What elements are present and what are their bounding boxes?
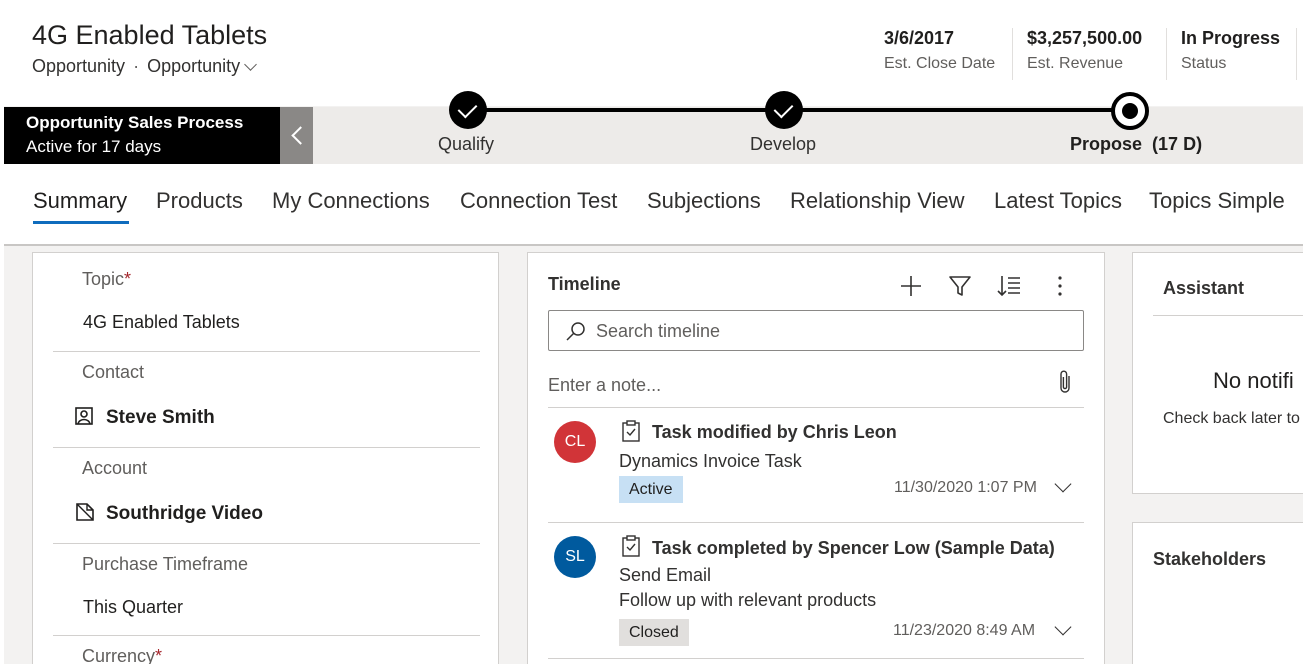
activity-subject: Dynamics Invoice Task <box>619 451 802 471</box>
tab-topics-simple[interactable]: Topics Simple <box>1149 188 1285 214</box>
activity-title: Task completed by Spencer Low (Sample Da… <box>652 538 1055 558</box>
purchase-timeframe-select[interactable]: This Quarter <box>83 597 183 618</box>
stage-develop-label[interactable]: Develop <box>750 134 816 155</box>
bpf-duration: Active for 17 days <box>26 137 162 156</box>
assistant-panel: Assistant No notifi Check back later to <box>1132 252 1303 494</box>
timeline-panel: Timeline Search timeline Enter a note... <box>527 252 1105 664</box>
timeline-divider <box>548 658 1084 659</box>
attachment-icon[interactable] <box>1057 369 1073 395</box>
activity-title: Task modified by Chris Leon <box>652 422 897 442</box>
tab-subjections[interactable]: Subjections <box>647 188 761 214</box>
account-lookup-value[interactable]: Southridge Video <box>106 503 263 525</box>
task-icon <box>622 420 640 442</box>
field-label: Topic* <box>82 269 132 289</box>
more-options-icon[interactable] <box>1047 273 1073 299</box>
expand-chevron-icon[interactable] <box>1054 618 1072 636</box>
assistant-divider <box>1153 315 1303 316</box>
tab-connection-test[interactable]: Connection Test <box>460 188 617 214</box>
assistant-empty-hint: Check back later to <box>1163 410 1300 427</box>
opportunity-form-page: 4G Enabled Tablets Opportunity · Opportu… <box>0 0 1303 664</box>
header-field-close-date[interactable]: 3/6/2017 Est. Close Date <box>870 28 995 80</box>
stage-propose-duration: (17 D) <box>1152 134 1203 154</box>
sort-icon[interactable] <box>996 273 1022 299</box>
status-badge: Closed <box>619 619 689 646</box>
record-subtitle: Opportunity · Opportunity <box>32 56 257 77</box>
timeline-search-input[interactable]: Search timeline <box>548 310 1084 351</box>
activity-subject: Send Email <box>619 565 712 585</box>
tab-summary[interactable]: Summary <box>33 188 127 214</box>
revenue-value: $3,257,500.00 <box>1027 28 1143 48</box>
header-field-status[interactable]: In Progress Status <box>1166 28 1280 80</box>
stage-propose-node[interactable] <box>1111 92 1149 130</box>
status-badge: Active <box>619 476 683 503</box>
bpf-collapse-button[interactable] <box>280 107 313 164</box>
status-value: In Progress <box>1181 28 1281 48</box>
required-marker: * <box>155 646 163 664</box>
record-header: 4G Enabled Tablets Opportunity · Opportu… <box>0 0 1303 106</box>
field-label: Currency* <box>82 646 163 664</box>
stakeholders-panel: Stakeholders <box>1132 522 1303 664</box>
filter-icon[interactable] <box>947 273 973 299</box>
bpf-summary[interactable]: Opportunity Sales Process Active for 17 … <box>4 107 280 164</box>
close-date-value: 3/6/2017 <box>884 28 955 48</box>
stage-develop-node[interactable] <box>765 91 803 129</box>
field-divider <box>53 635 480 636</box>
assistant-empty-title: No notifi <box>1213 368 1294 393</box>
stakeholders-title: Stakeholders <box>1153 549 1267 569</box>
header-field-revenue[interactable]: $3,257,500.00 Est. Revenue <box>1012 28 1142 80</box>
tab-latest-topics[interactable]: Latest Topics <box>994 188 1122 214</box>
record-title: 4G Enabled Tablets <box>32 20 268 50</box>
activity-description: Follow up with relevant products <box>619 590 877 610</box>
timeline-activity[interactable]: CL Task modified by Chris Leon Dynamics … <box>548 408 1084 522</box>
stage-propose-name: Propose <box>1070 134 1143 154</box>
tab-relationship-view[interactable]: Relationship View <box>790 188 964 214</box>
search-icon <box>566 322 585 341</box>
assistant-title: Assistant <box>1163 278 1245 298</box>
stage-qualify-label[interactable]: Qualify <box>438 134 494 155</box>
chevron-down-icon <box>244 57 257 71</box>
form-selector[interactable]: Opportunity <box>147 56 257 77</box>
header-divider <box>1296 28 1297 80</box>
task-icon <box>622 535 640 557</box>
avatar: SL <box>554 536 596 578</box>
field-divider <box>53 543 480 544</box>
checkmark-icon <box>773 98 794 119</box>
field-label: Account <box>82 458 148 478</box>
close-date-label: Est. Close Date <box>884 55 996 72</box>
summary-form-section: Topic* 4G Enabled Tablets Contact Steve … <box>32 252 499 664</box>
timeline-activity[interactable]: SL Task completed by Spencer Low (Sample… <box>548 523 1084 658</box>
stage-qualify-node[interactable] <box>449 91 487 129</box>
revenue-label: Est. Revenue <box>1027 55 1124 72</box>
stage-propose-label[interactable]: Propose (17 D) <box>1070 134 1202 155</box>
contact-lookup-value[interactable]: Steve Smith <box>106 407 215 429</box>
search-placeholder: Search timeline <box>596 321 721 341</box>
tab-my-connections[interactable]: My Connections <box>272 188 430 214</box>
activity-timestamp: 11/23/2020 8:49 AM <box>893 622 1036 639</box>
note-input[interactable]: Enter a note... <box>548 375 661 396</box>
form-tabs: Summary Products My Connections Connecti… <box>4 164 1303 246</box>
status-label: Status <box>1181 55 1227 72</box>
entity-name: Opportunity <box>32 56 126 76</box>
field-divider <box>53 447 480 448</box>
add-icon[interactable] <box>898 273 924 299</box>
window-edge <box>0 0 4 664</box>
field-label: Contact <box>82 362 145 382</box>
expand-chevron-icon[interactable] <box>1054 475 1072 493</box>
field-label: Purchase Timeframe <box>82 554 249 574</box>
checkmark-icon <box>457 98 478 119</box>
tab-products[interactable]: Products <box>156 188 243 214</box>
avatar: CL <box>554 421 596 463</box>
timeline-title: Timeline <box>548 274 621 294</box>
required-marker: * <box>124 269 132 289</box>
selected-tab-indicator <box>33 221 129 224</box>
contact-icon <box>75 407 93 425</box>
field-divider <box>53 351 480 352</box>
subtitle-separator: · <box>133 56 140 76</box>
activity-timestamp: 11/30/2020 1:07 PM <box>894 479 1037 496</box>
bpf-name: Opportunity Sales Process <box>26 113 244 132</box>
account-icon <box>76 503 94 521</box>
topic-input[interactable]: 4G Enabled Tablets <box>83 312 240 333</box>
form-name: Opportunity <box>147 56 241 76</box>
